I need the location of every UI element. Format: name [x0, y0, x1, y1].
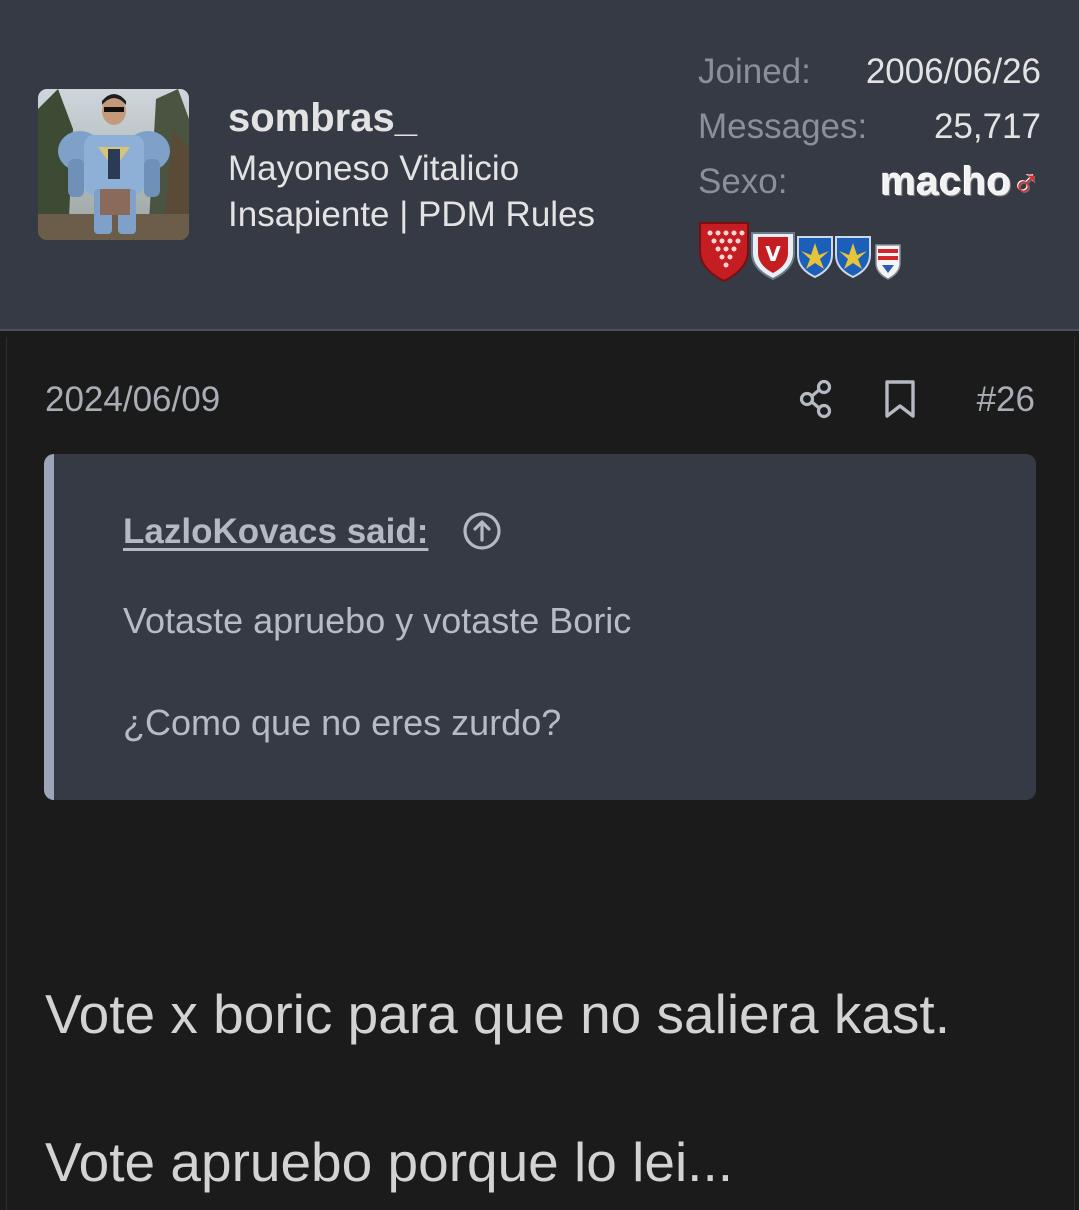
joined-label: Joined: — [698, 52, 811, 91]
blue-fleur-badge-icon[interactable] — [835, 236, 871, 279]
trophy-badges: V — [698, 221, 904, 283]
forum-post-page: sombras_ Mayoneso Vitalicio Insapiente |… — [0, 0, 1079, 1210]
post-body-line-1: Vote x boric para que no saliera kast. — [45, 983, 950, 1045]
post-number[interactable]: #26 — [977, 380, 1035, 420]
quote-author-link[interactable]: LazloKovacs said: — [123, 512, 428, 552]
bookmark-icon[interactable] — [883, 379, 919, 424]
gender-label: Sexo: — [698, 162, 788, 201]
quote-text-line-2: ¿Como que no eres zurdo? — [123, 702, 562, 743]
user-title-line-1: Mayoneso Vitalicio — [228, 149, 520, 188]
svg-text:V: V — [765, 242, 781, 266]
blue-fleur-badge-icon[interactable] — [797, 236, 833, 279]
user-title: Mayoneso Vitalicio Insapiente | PDM Rule… — [228, 146, 595, 238]
jump-to-quote-icon[interactable] — [462, 511, 502, 556]
male-symbol-icon: ♂ — [1012, 162, 1041, 204]
messages-label: Messages: — [698, 107, 868, 146]
quote-text-line-1: Votaste apruebo y votaste Boric — [123, 600, 632, 641]
joined-value: 2006/06/26 — [865, 52, 1041, 91]
red-v-badge-icon[interactable]: V — [751, 232, 795, 281]
share-icon[interactable] — [797, 378, 837, 425]
user-title-line-2: Insapiente | PDM Rules — [228, 195, 596, 234]
gender-text: macho — [880, 160, 1012, 204]
striped-badge-icon[interactable] — [875, 244, 901, 280]
gender-value: macho♂ — [881, 160, 1041, 205]
user-header: sombras_ Mayoneso Vitalicio Insapiente |… — [0, 0, 1079, 331]
messages-value[interactable]: 25,717 — [934, 107, 1041, 147]
post-date[interactable]: 2024/06/09 — [45, 380, 220, 420]
post-body-line-2: Vote apruebo porque lo lei... — [45, 1131, 734, 1193]
username[interactable]: sombras_ — [228, 96, 417, 141]
red-shield-badge-icon[interactable] — [699, 222, 749, 283]
avatar[interactable] — [38, 89, 189, 240]
